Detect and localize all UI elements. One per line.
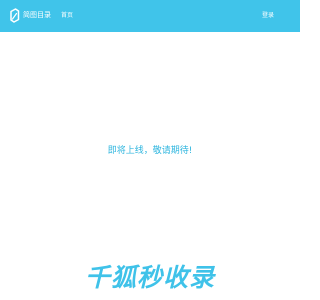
coming-soon-message: 即将上线，敬请期待! [107, 146, 193, 156]
top-navigation-bar: 简图目录 首页 登录 [0, 0, 300, 32]
logo-icon [10, 8, 20, 23]
login-link[interactable]: 登录 [262, 11, 274, 20]
nav-home-link[interactable]: 首页 [61, 11, 73, 20]
site-name: 简图目录 [23, 11, 51, 19]
footer-brand-banner: 千狐秒收录 [84, 263, 215, 292]
site-logo[interactable]: 简图目录 [9, 8, 51, 23]
